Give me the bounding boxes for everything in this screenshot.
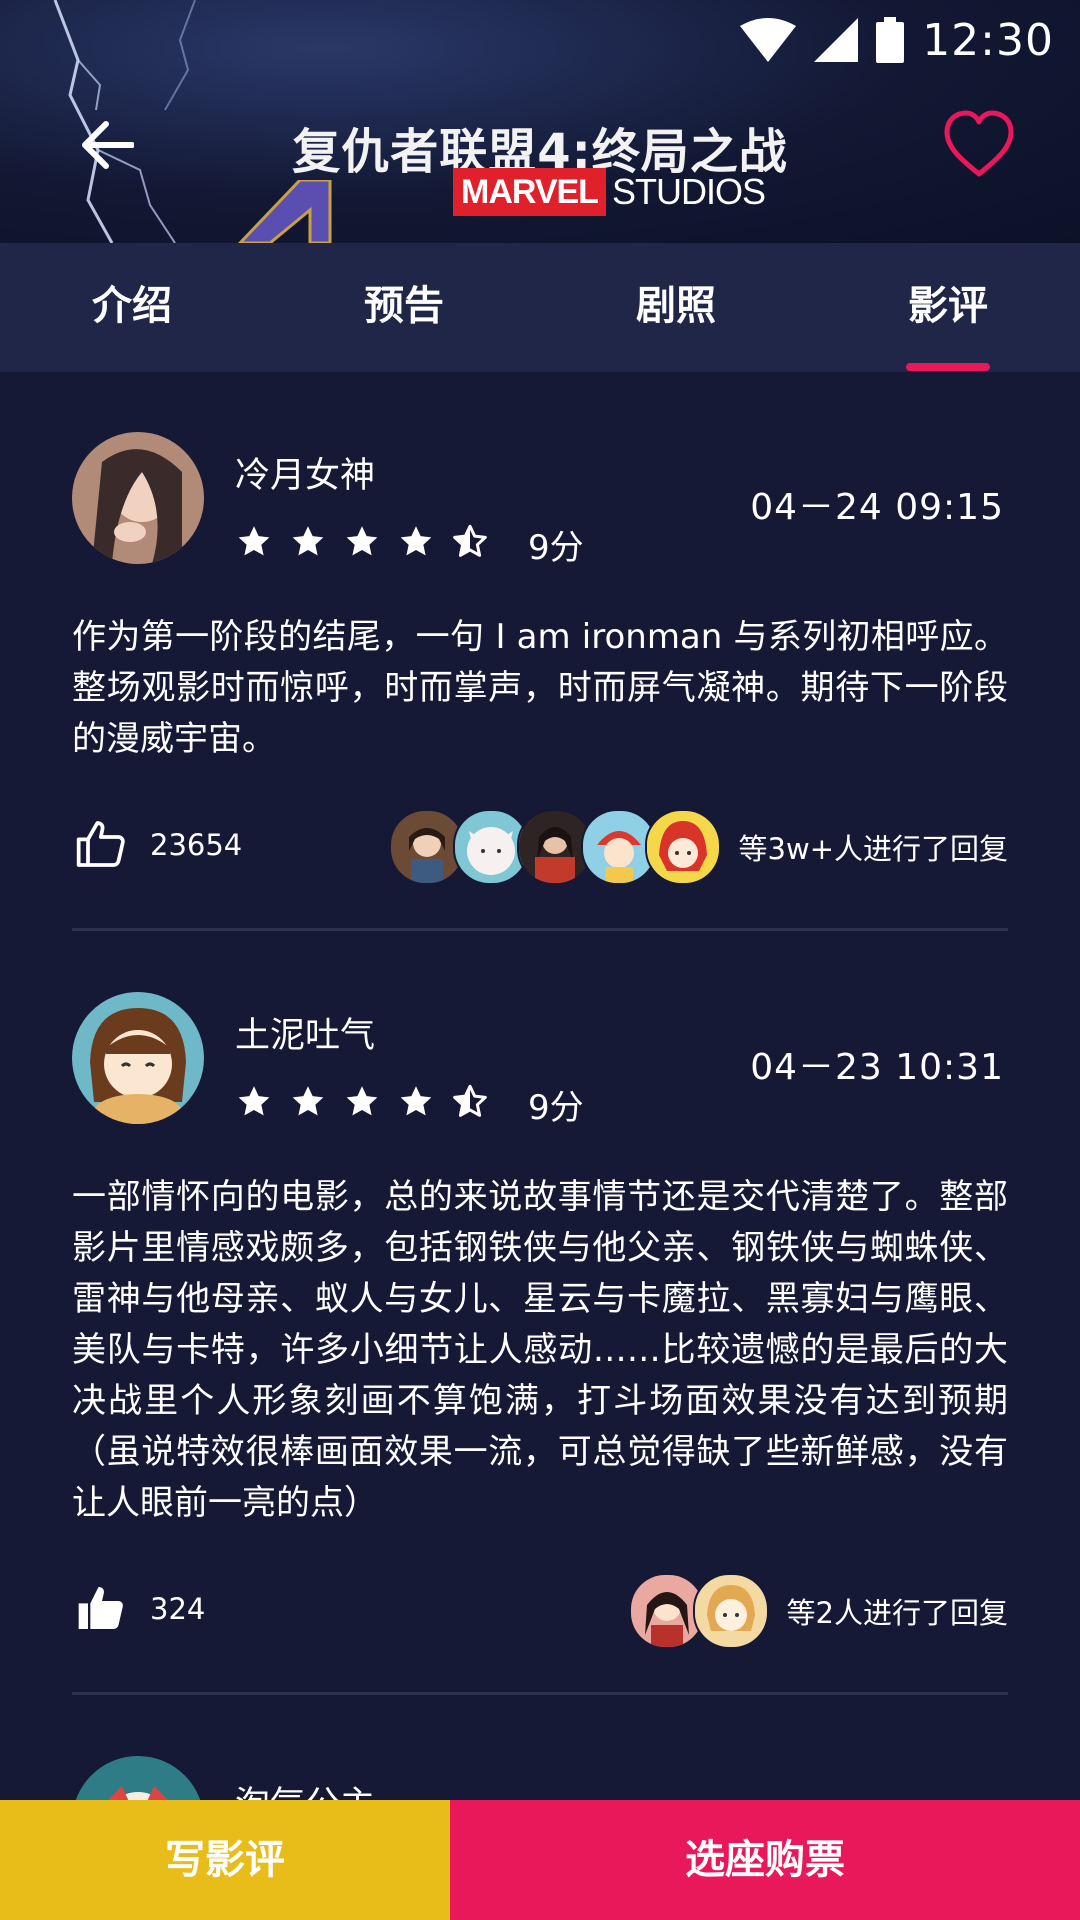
rating-stars <box>236 524 488 560</box>
tab-reviews[interactable]: 影评 <box>848 243 1048 372</box>
review-username: 冷月女神 <box>235 456 376 496</box>
avatar[interactable] <box>72 1756 204 1800</box>
reply-avatars <box>388 809 721 885</box>
status-time: 12:30 <box>922 14 1054 66</box>
star-full-icon <box>238 1086 270 1116</box>
active-tab-indicator <box>906 363 990 371</box>
like-count: 324 <box>150 1592 206 1626</box>
buy-ticket-button[interactable]: 选座购票 <box>450 1800 1080 1920</box>
reply-avatar-image-icon <box>646 811 719 883</box>
tab-intro[interactable]: 介绍 <box>32 243 232 372</box>
avatar[interactable] <box>72 432 204 564</box>
avatar-image-icon <box>72 432 204 564</box>
reply-avatar-image-icon <box>694 1575 767 1647</box>
write-review-button[interactable]: 写影评 <box>0 1800 450 1920</box>
review-card: 土泥吐气 9分 04－23 10:31 一部情怀向的电影，总的来说故事情节还是交… <box>0 932 1080 1692</box>
avatar[interactable] <box>72 992 204 1124</box>
tab-bar: 介绍 预告 剧照 影评 <box>0 243 1080 372</box>
avatar-image-icon <box>72 1756 204 1800</box>
reply-avatar-image-icon <box>582 811 655 883</box>
reply-avatar-image-icon <box>518 811 591 883</box>
review-username: 淘气公主 <box>235 1776 375 1800</box>
star-half-icon <box>453 524 487 557</box>
reply-avatar-image-icon <box>630 1575 703 1647</box>
like-count: 23654 <box>150 828 243 862</box>
logo-marvel-text: MARVEL <box>453 168 606 216</box>
rating-stars <box>236 1084 488 1120</box>
review-username: 土泥吐气 <box>235 1016 376 1056</box>
star-full-icon <box>400 1086 432 1116</box>
star-full-icon <box>346 526 378 556</box>
reply-avatar-image-icon <box>390 811 463 883</box>
star-full-icon <box>400 526 432 556</box>
reply-avatars <box>628 1573 769 1649</box>
review-date: 04－23 10:31 <box>750 1047 1004 1088</box>
thumbs-up-filled-icon[interactable] <box>74 1580 130 1636</box>
review-content: 一部情怀向的电影，总的来说故事情节还是交代清楚了。整部影片里情感戏颇多，包括钢铁… <box>72 1177 1008 1523</box>
bottom-action-bar: 写影评 选座购票 <box>0 1800 1080 1920</box>
reply-avatar-image-icon <box>454 811 527 883</box>
wifi-icon <box>740 18 797 62</box>
tab-trailer[interactable]: 预告 <box>304 243 504 372</box>
marvel-studios-logo: MARVEL STUDIOS <box>453 168 766 216</box>
star-full-icon <box>346 1086 378 1116</box>
avengers-logo-icon <box>237 180 332 243</box>
reply-text: 等3w+人进行了回复 <box>738 832 1008 866</box>
tab-stills[interactable]: 剧照 <box>576 243 776 372</box>
status-bar: 12:30 <box>740 12 1054 68</box>
star-half-icon <box>453 1084 487 1117</box>
reply-avatar <box>692 1573 769 1649</box>
replies-summary[interactable]: 等2人进行了回复 <box>628 1573 1008 1649</box>
cell-signal-icon <box>814 18 859 62</box>
review-score: 9分 <box>528 1088 584 1128</box>
avatar-image-icon <box>72 992 204 1124</box>
review-divider <box>72 1692 1008 1695</box>
battery-icon <box>876 17 905 63</box>
review-content: 作为第一阶段的结尾，一句 I am ironman 与系列初相呼应。整场观影时而… <box>72 617 1008 759</box>
review-score: 9分 <box>528 528 584 568</box>
star-full-icon <box>292 1086 324 1116</box>
star-full-icon <box>292 526 324 556</box>
favorite-heart-icon[interactable] <box>942 108 1016 182</box>
thumbs-up-outline-icon[interactable] <box>74 816 130 872</box>
review-card: 淘气公主 <box>0 1696 1080 1800</box>
review-divider <box>72 928 1008 931</box>
logo-studios-text: STUDIOS <box>611 171 766 212</box>
star-full-icon <box>238 526 270 556</box>
review-date: 04－24 09:15 <box>750 487 1004 528</box>
reply-text: 等2人进行了回复 <box>786 1596 1008 1630</box>
replies-summary[interactable]: 等3w+人进行了回复 <box>388 809 1008 885</box>
reply-avatar <box>644 809 721 885</box>
review-card: 冷月女神 9分 04－24 09:15 作为第一阶段的结尾，一句 I am ir… <box>0 372 1080 932</box>
movie-header: 12:30 复仇者联盟4:终局之战 MARVEL STUDIOS <box>0 0 1080 243</box>
